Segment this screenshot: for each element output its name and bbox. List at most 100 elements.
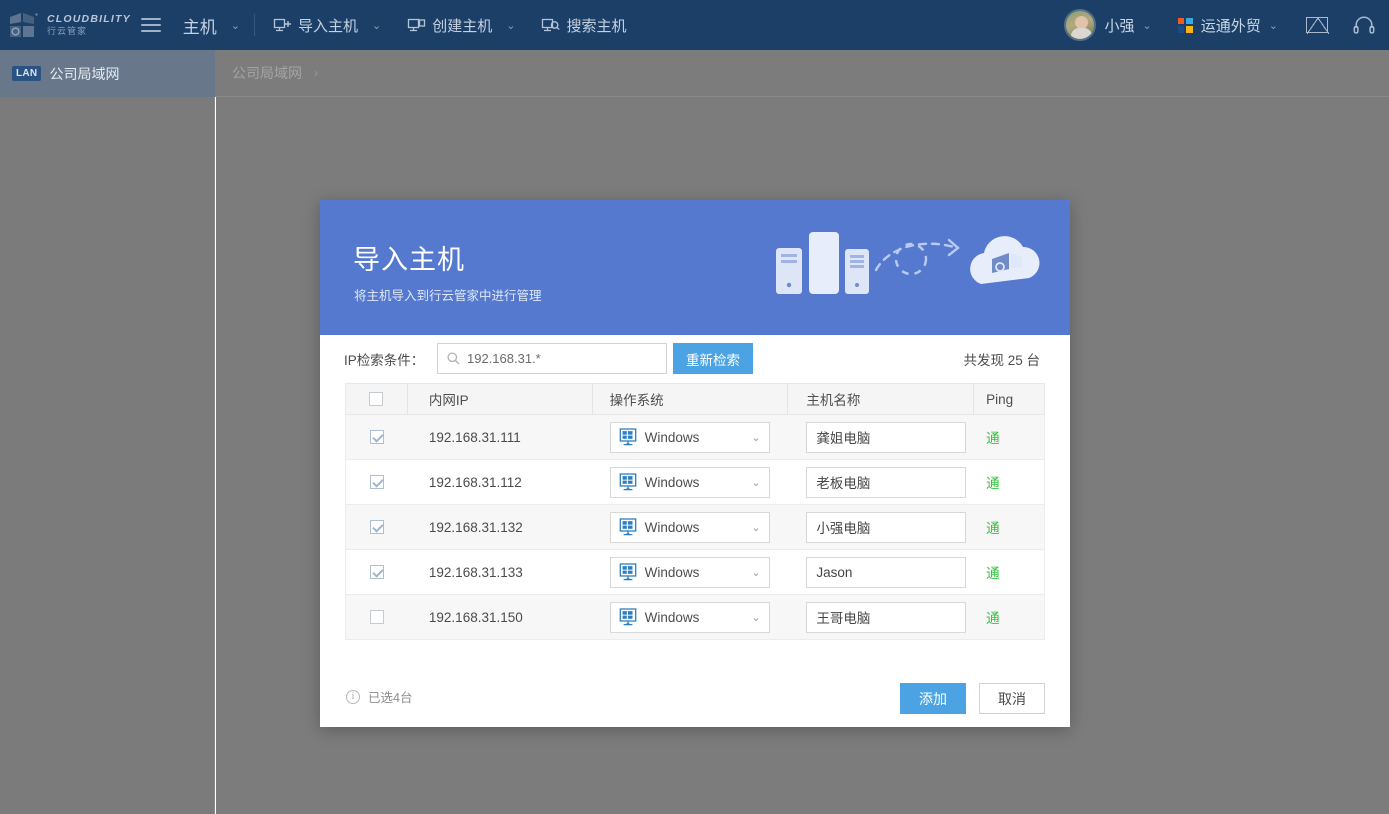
host-name-input[interactable]: 小强电脑 xyxy=(806,512,966,543)
table-row[interactable]: 192.168.31.150 Windows ⌄ 王哥电脑通 xyxy=(345,595,1045,640)
row-checkbox[interactable] xyxy=(370,430,384,444)
chevron-down-icon: ⌄ xyxy=(751,611,760,624)
nav-item-search-host[interactable]: 搜索主机 xyxy=(541,0,626,50)
os-select-value: Windows xyxy=(645,430,700,445)
table-header-row: 内网IP 操作系统 主机名称 Ping xyxy=(345,383,1045,415)
host-name-input[interactable]: 老板电脑 xyxy=(806,467,966,498)
row-ip: 192.168.31.111 xyxy=(408,415,593,460)
nav-item-create-host-label: 创建主机 xyxy=(432,15,492,36)
host-name-input[interactable]: Jason xyxy=(806,557,966,588)
os-select-value: Windows xyxy=(645,565,700,580)
add-button[interactable]: 添加 xyxy=(900,683,966,714)
hamburger-menu-icon[interactable] xyxy=(141,18,161,32)
row-ip: 192.168.31.150 xyxy=(408,595,593,640)
sidebar xyxy=(0,97,215,814)
brand-name-cn: 行云管家 xyxy=(47,27,131,36)
sidebar-header[interactable]: LAN 公司局域网 xyxy=(0,50,215,97)
host-name-input[interactable]: 王哥电脑 xyxy=(806,602,966,633)
os-select[interactable]: Windows ⌄ xyxy=(610,557,770,588)
import-host-dialog: 导入主机 将主机导入到行云管家中进行管理 xyxy=(320,200,1070,727)
row-checkbox[interactable] xyxy=(370,520,384,534)
row-ping-cell: 通 xyxy=(974,505,1044,550)
headset-icon[interactable] xyxy=(1353,15,1375,35)
row-checkbox-cell xyxy=(346,460,408,505)
breadcrumb-separator: › xyxy=(314,66,318,80)
nav-item-create-host[interactable]: 创建主机 ⌄ xyxy=(407,0,515,50)
chevron-down-icon: ⌄ xyxy=(751,431,760,444)
ip-search-input[interactable]: 192.168.31.* xyxy=(437,343,667,374)
row-checkbox-cell xyxy=(346,550,408,595)
brand-name-en: CLOUDBILITY xyxy=(47,14,131,25)
avatar[interactable] xyxy=(1064,9,1096,41)
lan-badge: LAN xyxy=(12,66,41,81)
user-name: 小强 xyxy=(1105,15,1135,36)
sub-toolbar: LAN 公司局域网 公司局域网 › 依据名称、IP检索 按标签过滤 ⌄ 私有云默… xyxy=(0,50,1389,97)
breadcrumb-item[interactable]: 公司局域网 xyxy=(232,63,302,83)
import-host-icon xyxy=(273,17,292,33)
select-all-checkbox[interactable] xyxy=(369,392,383,406)
os-select-value: Windows xyxy=(645,520,700,535)
table-row[interactable]: 192.168.31.112 Windows ⌄ 老板电脑通 xyxy=(345,460,1045,505)
windows-monitor-icon xyxy=(619,428,637,446)
nav-item-host-label: 主机 xyxy=(183,13,217,38)
nav-divider xyxy=(254,14,255,36)
row-name-cell: 小强电脑 xyxy=(788,505,974,550)
windows-monitor-icon xyxy=(619,518,637,536)
chevron-down-icon: ⌄ xyxy=(751,566,760,579)
table-row[interactable]: 192.168.31.132 Windows⌄小强电脑通 xyxy=(345,505,1045,550)
table-row[interactable]: 192.168.31.133 Windows ⌄ Jason 通 xyxy=(345,550,1045,595)
row-ip: 192.168.31.112 xyxy=(408,460,593,505)
row-ip: 192.168.31.133 xyxy=(408,550,593,595)
os-select[interactable]: Windows ⌄ xyxy=(610,467,770,498)
os-select[interactable]: Windows ⌄ xyxy=(610,602,770,633)
found-count-text: 共发现 25 台 xyxy=(963,349,1040,369)
row-ping-cell: 通 xyxy=(974,460,1044,505)
mail-envelope-icon[interactable] xyxy=(1306,17,1328,33)
row-ping-cell: 通 xyxy=(974,550,1044,595)
column-header-name: 主机名称 xyxy=(788,383,974,415)
research-button[interactable]: 重新检索 xyxy=(673,343,753,374)
discovered-hosts-table: 内网IP 操作系统 主机名称 Ping 192.168.31.111 Windo… xyxy=(345,383,1045,640)
os-select-value: Windows xyxy=(645,610,700,625)
row-os-cell: Windows ⌄ xyxy=(593,460,789,505)
cancel-button[interactable]: 取消 xyxy=(979,683,1045,714)
row-checkbox[interactable] xyxy=(370,475,384,489)
table-body: 192.168.31.111 Windows⌄龚姐电脑通192.168.31.1… xyxy=(345,415,1045,640)
windows-monitor-icon xyxy=(619,563,637,581)
table-row[interactable]: 192.168.31.111 Windows⌄龚姐电脑通 xyxy=(345,415,1045,460)
column-header-ip: 内网IP xyxy=(408,383,593,415)
brand-logo[interactable]: CLOUDBILITY 行云管家 xyxy=(0,11,131,39)
ip-search-label: IP检索条件： xyxy=(344,349,424,369)
dialog-title: 导入主机 xyxy=(353,238,465,277)
os-select[interactable]: Windows ⌄ xyxy=(610,422,770,453)
chevron-down-icon: ⌄ xyxy=(751,521,760,534)
ms-squares-icon xyxy=(1178,18,1193,33)
chevron-down-icon: ⌄ xyxy=(506,19,515,32)
row-name-cell: 老板电脑 xyxy=(788,460,974,505)
row-name-cell: 龚姐电脑 xyxy=(788,415,974,460)
search-icon xyxy=(447,352,460,365)
app-root: CLOUDBILITY 行云管家 主机 ⌄ 导入主机 ⌄ xyxy=(0,0,1389,814)
row-checkbox[interactable] xyxy=(370,610,384,624)
windows-monitor-icon xyxy=(619,608,637,626)
os-select[interactable]: Windows ⌄ xyxy=(610,512,770,543)
chevron-down-icon[interactable]: ⌄ xyxy=(1143,19,1152,32)
chevron-down-icon[interactable]: ⌄ xyxy=(1269,19,1278,32)
cloudbility-logo-icon xyxy=(8,11,42,39)
row-name-cell: 王哥电脑 xyxy=(788,595,974,640)
nav-item-search-host-label: 搜索主机 xyxy=(566,15,626,36)
ip-search-value: 192.168.31.* xyxy=(467,351,541,366)
row-os-cell: Windows ⌄ xyxy=(593,595,789,640)
row-checkbox[interactable] xyxy=(370,565,384,579)
selected-count-text: 已选4台 xyxy=(368,687,412,706)
row-checkbox-cell xyxy=(346,415,408,460)
chevron-down-icon: ⌄ xyxy=(751,476,760,489)
os-select-value: Windows xyxy=(645,475,700,490)
host-name-input[interactable]: 龚姐电脑 xyxy=(806,422,966,453)
nav-item-host[interactable]: 主机 ⌄ xyxy=(183,0,240,50)
ping-status: 通 xyxy=(986,607,1000,627)
ping-status: 通 xyxy=(986,517,1000,537)
nav-item-import-host[interactable]: 导入主机 ⌄ xyxy=(273,0,381,50)
table-header-checkbox-cell xyxy=(346,383,408,415)
column-header-ping: Ping xyxy=(974,383,1044,415)
